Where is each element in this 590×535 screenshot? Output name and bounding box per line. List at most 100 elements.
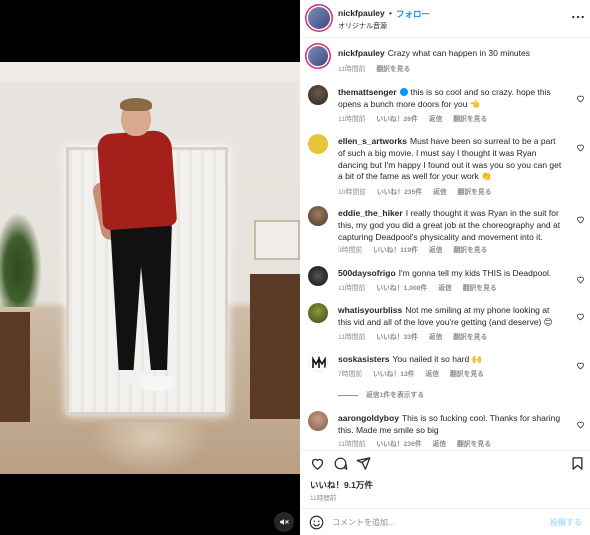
comment-text: You nailed it so hard 🙌	[392, 354, 483, 364]
header-separator: •	[389, 8, 392, 18]
comments-list[interactable]: nickfpauley Crazy what can happen in 30 m…	[300, 38, 590, 450]
author-avatar[interactable]	[308, 7, 330, 29]
comment-time[interactable]: 3時間前	[338, 247, 362, 254]
comment-meta: 11時間前 いいね！33件 返信 翻訳を見る	[338, 331, 496, 341]
caption-time[interactable]: 11時間前	[338, 66, 365, 73]
comment-body: soskasisters You nailed it so hard 🙌	[338, 354, 564, 366]
emoji-icon[interactable]	[309, 515, 324, 530]
heart-icon[interactable]	[310, 456, 325, 471]
comment-username[interactable]: ellen_s_artworks	[338, 136, 407, 146]
avatar[interactable]	[308, 411, 328, 431]
reply-button[interactable]: 返信	[429, 334, 443, 341]
comment-username[interactable]: eddie_the_hiker	[338, 208, 403, 218]
avatar[interactable]	[308, 352, 328, 372]
translate-link[interactable]: 翻訳を見る	[453, 116, 487, 123]
comment-icon[interactable]	[333, 456, 348, 471]
post-header: nickfpauley • フォロー オリジナル音源	[300, 0, 590, 38]
comment-meta: 10時間前 いいね！235件 返信 翻訳を見る	[338, 186, 501, 196]
translate-link[interactable]: 翻訳を見る	[453, 247, 487, 254]
post-media[interactable]	[0, 0, 300, 535]
comment-likes[interactable]: いいね！119件	[373, 247, 418, 254]
reply-button[interactable]: 返信	[429, 247, 443, 254]
comment-bar: 投稿する	[300, 508, 590, 535]
translate-link[interactable]: 翻訳を見る	[376, 66, 410, 73]
post-actions: いいね！9.1万件 11時間前	[300, 450, 590, 508]
heart-icon[interactable]	[576, 312, 585, 321]
video-picture-frame	[254, 220, 300, 260]
more-icon[interactable]	[571, 12, 585, 22]
reply-button[interactable]: 返信	[426, 371, 440, 378]
comment-likes[interactable]: いいね！33件	[376, 334, 418, 341]
author-username[interactable]: nickfpauley	[338, 8, 385, 18]
post-panel: nickfpauley • フォロー オリジナル音源 nickfpauley Cr…	[300, 0, 590, 535]
mute-button[interactable]	[274, 512, 294, 532]
comment-time[interactable]: 7時間前	[338, 371, 362, 378]
comment-time[interactable]: 10時間前	[338, 189, 366, 196]
comment-username[interactable]: themattsenger	[338, 87, 397, 97]
avatar-glyph	[312, 356, 326, 368]
heart-icon[interactable]	[576, 361, 585, 370]
translate-link[interactable]: 翻訳を見る	[450, 371, 484, 378]
caption-text: Crazy what can happen in 30 minutes	[387, 48, 531, 58]
avatar[interactable]	[308, 134, 328, 154]
replies-divider	[338, 394, 358, 396]
comment-time[interactable]: 11時間前	[338, 441, 365, 448]
comment-body: whatisyourbliss Not me smiling at my phon…	[338, 305, 564, 329]
avatar[interactable]	[308, 266, 328, 286]
comment-text: I'm gonna tell my kids THIS is Deadpool.	[398, 268, 552, 278]
avatar[interactable]	[308, 303, 328, 323]
comment-time[interactable]: 11時間前	[338, 116, 365, 123]
avatar[interactable]	[308, 46, 328, 66]
comment-likes[interactable]: いいね！1,008件	[376, 285, 427, 292]
translate-link[interactable]: 翻訳を見る	[463, 285, 497, 292]
caption-meta: 11時間前 翻訳を見る	[338, 63, 419, 73]
verified-icon	[399, 88, 408, 96]
comment-username[interactable]: 500daysofrigo	[338, 268, 396, 278]
view-replies-button[interactable]: 返信1件を表示する	[338, 389, 424, 399]
translate-link[interactable]: 翻訳を見る	[458, 189, 492, 196]
share-icon[interactable]	[356, 456, 371, 471]
heart-icon[interactable]	[576, 94, 585, 103]
comment-input[interactable]	[332, 514, 542, 531]
dancer-shirt	[96, 129, 178, 231]
comment-likes[interactable]: いいね！26件	[376, 116, 418, 123]
reply-button[interactable]: 返信	[433, 441, 447, 448]
comment-username[interactable]: whatisyourbliss	[338, 305, 402, 315]
follow-button[interactable]: フォロー	[396, 8, 430, 20]
comment-time[interactable]: 11時間前	[338, 334, 365, 341]
heart-icon[interactable]	[576, 420, 585, 429]
caption-username[interactable]: nickfpauley	[338, 48, 385, 58]
comment-meta: 11時間前 いいね！26件 返信 翻訳を見る	[338, 113, 496, 123]
reply-button[interactable]: 返信	[438, 285, 452, 292]
comment-meta: 11時間前 いいね！1,008件 返信 翻訳を見る	[338, 282, 506, 292]
bookmark-icon[interactable]	[570, 456, 585, 471]
video-floor	[90, 422, 210, 474]
heart-icon[interactable]	[576, 275, 585, 284]
translate-link[interactable]: 翻訳を見る	[453, 334, 487, 341]
reply-button[interactable]: 返信	[429, 116, 443, 123]
comment-body: ellen_s_artworks Must have been so surrea…	[338, 136, 564, 183]
video-cabinet-right	[250, 274, 300, 419]
avatar[interactable]	[308, 206, 328, 226]
comment-username[interactable]: soskasisters	[338, 354, 390, 364]
dancer-hair	[120, 98, 152, 111]
comment-meta: 11時間前 いいね！236件 返信 翻訳を見る	[338, 438, 500, 448]
video-frame[interactable]	[0, 62, 300, 474]
avatar[interactable]	[308, 85, 328, 105]
comment-likes[interactable]: いいね！236件	[376, 441, 421, 448]
comment-likes[interactable]: いいね！235件	[377, 189, 422, 196]
view-replies-label: 返信1件を表示する	[366, 392, 425, 399]
audio-label[interactable]: オリジナル音源	[338, 21, 387, 31]
comment-body: aarongoldyboy This is so fucking cool. Th…	[338, 413, 564, 437]
heart-icon[interactable]	[576, 215, 585, 224]
translate-link[interactable]: 翻訳を見る	[457, 441, 491, 448]
post-time[interactable]: 11時間前	[310, 492, 336, 502]
post-button[interactable]: 投稿する	[550, 517, 582, 528]
likes-count[interactable]: いいね！9.1万件	[310, 479, 373, 491]
comment-time[interactable]: 11時間前	[338, 285, 365, 292]
comment-meta: 7時間前 いいね！13件 返信 翻訳を見る	[338, 368, 493, 378]
reply-button[interactable]: 返信	[433, 189, 447, 196]
comment-username[interactable]: aarongoldyboy	[338, 413, 399, 423]
comment-likes[interactable]: いいね！13件	[373, 371, 415, 378]
heart-icon[interactable]	[576, 143, 585, 152]
